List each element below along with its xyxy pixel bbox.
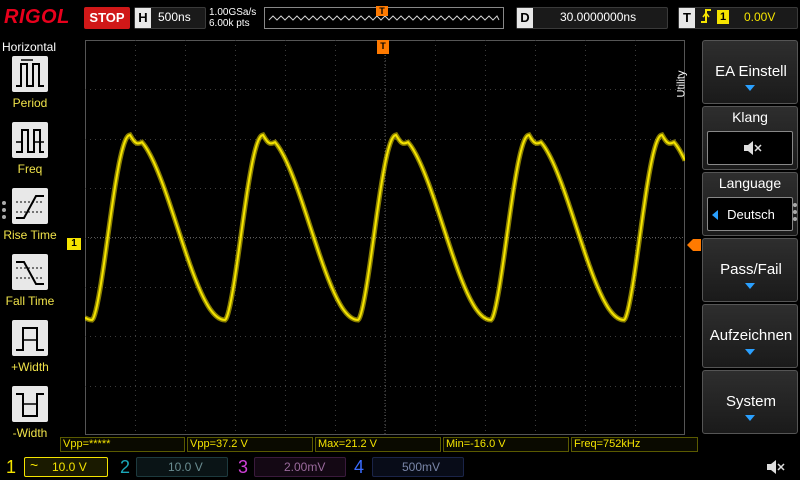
trigger-box[interactable] [678,7,798,29]
measure-negative-width[interactable]: -Width [0,386,60,448]
channel-1-status[interactable]: 1 ~ 10.0 V [0,454,110,480]
menu-page-dots [2,198,8,222]
system-label: System [725,393,776,410]
record-button[interactable]: Aufzeichnen [702,304,798,368]
sound-value [707,131,793,165]
chevron-down-icon [745,415,755,421]
measure-positive-width-label: +Width [11,360,49,374]
measure-fall-time-label: Fall Time [5,294,55,308]
pass-fail-button[interactable]: Pass/Fail [702,238,798,302]
menu-title: Horizontal [2,40,57,54]
measurement-item[interactable]: Vpp=37.2 V [187,437,313,452]
channel-4-status[interactable]: 4 500mV [350,454,466,480]
utility-tab-label: Utility [675,70,688,98]
graticule [85,40,685,435]
measure-fall-time[interactable]: Fall Time [0,254,60,316]
rising-edge-icon [700,8,712,27]
language-button[interactable]: Language Deutsch [702,172,798,236]
trigger-level: 0.00V [744,10,776,24]
trigger-source: 1 [717,10,729,24]
brand-logo: RIGOL [4,6,70,28]
timebase-label: H [135,8,151,28]
waveform-display[interactable] [85,40,685,435]
measurement-item[interactable]: Freq=752kHz [571,437,698,452]
run-stop-indicator[interactable]: STOP [84,7,130,29]
horizontal-measure-menu: Horizontal Period Freq Rise Time Fall Ti… [0,36,60,456]
memory-depth: 6.00k pts [209,18,250,29]
negative-width-icon [12,386,48,422]
channel-1-number: 1 [6,457,17,477]
period-icon [12,56,48,92]
frequency-icon [12,122,48,158]
channel-2-scale: 10.0 V [168,460,203,474]
system-button[interactable]: System [702,370,798,434]
io-settings-button[interactable]: EA Einstell [702,40,798,104]
measure-freq[interactable]: Freq [0,122,60,184]
record-label: Aufzeichnen [709,327,793,344]
sample-rate: 1.00GSa/s [209,7,257,18]
fall-time-icon [12,254,48,290]
measure-rise-time[interactable]: Rise Time [0,188,60,250]
sound-button[interactable]: Klang [702,106,798,170]
language-label: Language [718,175,782,191]
io-settings-label: EA Einstell [715,63,787,80]
chevron-down-icon [745,283,755,289]
channel-2-status[interactable]: 2 10.0 V [114,454,230,480]
language-value: Deutsch [727,207,775,222]
chevron-down-icon [745,85,755,91]
rise-time-icon [12,188,48,224]
top-status-bar: RIGOL STOP H 500ns 1.00GSa/s 6.00k pts T… [0,0,800,36]
measure-negative-width-label: -Width [12,426,48,440]
utility-tab[interactable]: Utility [675,60,700,110]
pass-fail-label: Pass/Fail [720,261,782,278]
sound-label: Klang [732,109,768,125]
speaker-muted-icon[interactable] [765,459,785,475]
delay-value: 30.0000000ns [560,10,637,24]
channel-3-scale: 2.00mV [284,460,326,474]
ch1-ground-marker[interactable]: 1 [67,238,81,250]
memory-trigger-marker: T [376,6,388,16]
measurement-bar: Vpp=***** Vpp=37.2 V Max=21.2 V Min=-16.… [60,437,700,452]
positive-width-icon [12,320,48,356]
utility-softkeys: EA Einstell Klang Language Deutsch Pass/… [702,40,800,436]
measurement-item[interactable]: Vpp=***** [60,437,185,452]
delay-label: D [517,8,533,28]
channel-3-number: 3 [238,457,249,477]
chevron-down-icon [745,349,755,355]
measurement-item[interactable]: Max=21.2 V [315,437,441,452]
measure-rise-time-label: Rise Time [3,228,57,242]
softkey-page-dots [793,200,799,224]
measure-positive-width[interactable]: +Width [0,320,60,382]
ac-coupling-icon: ~ [30,457,39,473]
measure-freq-label: Freq [17,162,43,176]
language-value-box: Deutsch [707,197,793,231]
trigger-label: T [679,8,695,28]
channel-4-number: 4 [354,457,365,477]
speaker-muted-icon [744,141,762,155]
channel-status-bar: 1 ~ 10.0 V 2 10.0 V 3 2.00mV 4 500mV [0,454,800,480]
channel-4-scale: 500mV [402,460,441,474]
measure-period[interactable]: Period [0,56,60,118]
trigger-position-marker[interactable]: T [377,40,389,54]
measure-period-label: Period [12,96,48,110]
trigger-level-marker[interactable] [687,238,701,251]
channel-3-status[interactable]: 3 2.00mV [232,454,348,480]
channel-1-scale: 10.0 V [52,460,87,474]
timebase-value: 500ns [158,10,191,24]
measurement-item[interactable]: Min=-16.0 V [443,437,569,452]
channel-2-number: 2 [120,457,131,477]
